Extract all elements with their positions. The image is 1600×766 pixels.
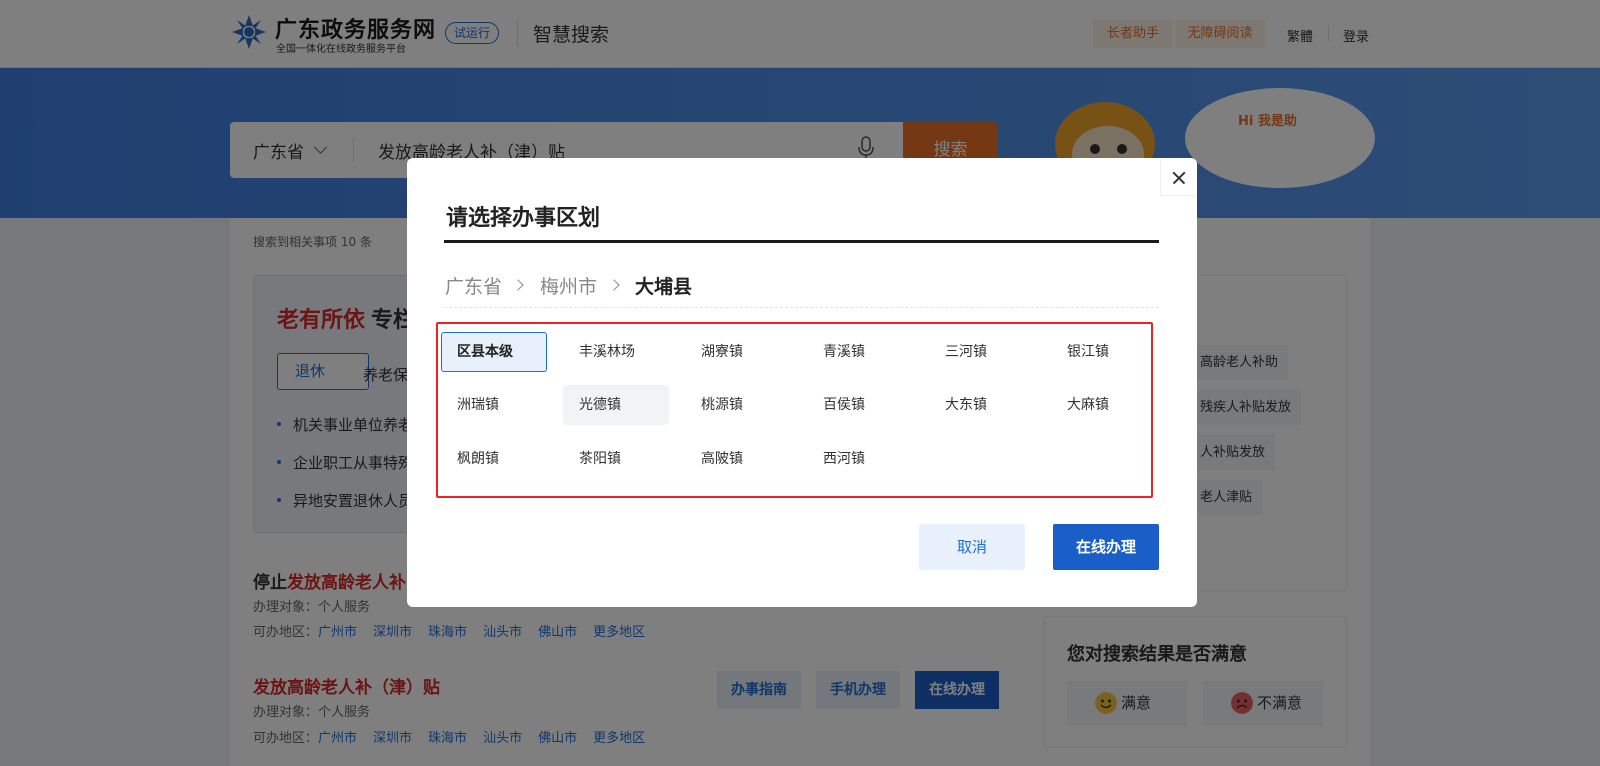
town-option[interactable]: 银江镇 (1051, 332, 1157, 372)
breadcrumb-province[interactable]: 广东省 (445, 272, 502, 299)
town-option[interactable]: 大东镇 (929, 385, 1035, 425)
town-option[interactable]: 丰溪林场 (563, 332, 669, 372)
town-option[interactable]: 洲瑞镇 (441, 385, 547, 425)
dialog-title-rule (444, 240, 1159, 243)
town-option[interactable]: 百侯镇 (807, 385, 913, 425)
town-option[interactable]: 湖寮镇 (685, 332, 791, 372)
online-handle-confirm-button[interactable]: 在线办理 (1053, 524, 1159, 570)
cancel-button[interactable]: 取消 (919, 524, 1025, 570)
breadcrumb-city[interactable]: 梅州市 (540, 272, 597, 299)
breadcrumb-county: 大埔县 (635, 276, 693, 298)
town-option[interactable]: 枫朗镇 (441, 439, 547, 479)
town-option[interactable]: 西河镇 (807, 439, 913, 479)
town-option[interactable]: 高陂镇 (685, 439, 791, 479)
town-option[interactable]: 桃源镇 (685, 385, 791, 425)
dialog-title: 请选择办事区划 (446, 206, 601, 231)
close-icon[interactable] (1160, 160, 1196, 196)
town-option[interactable]: 茶阳镇 (563, 439, 669, 479)
town-option[interactable]: 大麻镇 (1051, 385, 1157, 425)
town-option[interactable]: 青溪镇 (807, 332, 913, 372)
town-option[interactable]: 区县本级 (441, 332, 547, 372)
town-option[interactable]: 三河镇 (929, 332, 1035, 372)
town-option[interactable]: 光德镇 (563, 385, 669, 425)
breadcrumb-divider (444, 307, 1159, 308)
